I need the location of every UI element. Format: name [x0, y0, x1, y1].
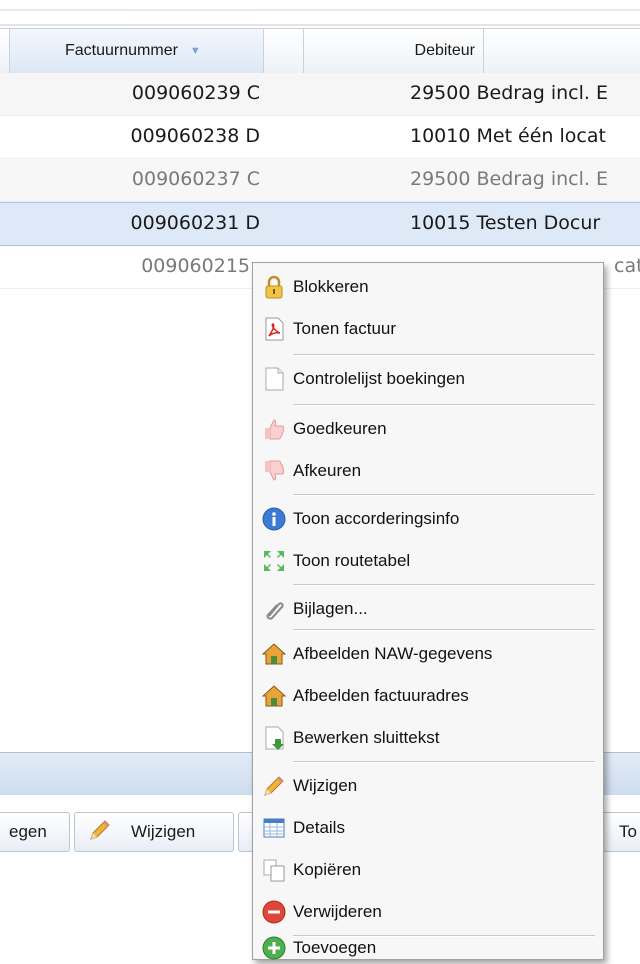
cell-factuurnummer: 009060237 C [131, 168, 260, 190]
menu-item-afbeelden-naw[interactable]: Afbeelden NAW-gegevens [257, 633, 597, 675]
top-divider [0, 9, 640, 11]
cell-factuurnummer: 009060239 C [131, 82, 260, 104]
info-icon [261, 506, 287, 532]
column-header-debiteur-label: Debiteur [414, 42, 475, 59]
header-cell-empty-2 [264, 29, 304, 73]
menu-item-bewerken-sluittekst[interactable]: Bewerken sluittekst [257, 717, 597, 759]
cell-debiteur: 29500 Bedrag incl. E [410, 168, 608, 190]
house-icon [261, 683, 287, 709]
wijzigen-button[interactable]: Wijzigen [74, 812, 234, 852]
cell-debiteur: cat [614, 255, 640, 277]
house-icon [261, 641, 287, 667]
menu-item-bijlagen[interactable]: Bijlagen... [257, 588, 597, 630]
table-row-selected[interactable]: 009060231 D 10015 Testen Docur [0, 202, 640, 246]
cell-factuurnummer: 009060215 [141, 255, 250, 277]
menu-item-controlelijst[interactable]: Controlelijst boekingen [257, 358, 597, 400]
menu-separator [293, 354, 595, 356]
plus-circle-icon [261, 935, 287, 961]
menu-item-afkeuren[interactable]: Afkeuren [257, 450, 597, 492]
menu-item-toevoegen[interactable]: Toevoegen [257, 935, 597, 961]
menu-separator [293, 584, 595, 586]
menu-separator [293, 494, 595, 496]
context-menu: Blokkeren Tonen factuur Controlelijst bo… [252, 262, 604, 960]
menu-separator [293, 761, 595, 763]
menu-item-details[interactable]: Details [257, 807, 597, 849]
menu-item-blokkeren[interactable]: Blokkeren [257, 266, 597, 308]
menu-separator [293, 404, 595, 406]
header-cell-empty [0, 29, 10, 73]
table-row[interactable]: 009060239 C 29500 Bedrag incl. E [0, 73, 640, 116]
minus-circle-icon [261, 899, 287, 925]
menu-item-wijzigen[interactable]: Wijzigen [257, 765, 597, 807]
toevoegen-button-label: egen [9, 822, 47, 841]
paperclip-icon [261, 596, 287, 622]
menu-item-afbeelden-factuuradres[interactable]: Afbeelden factuuradres [257, 675, 597, 717]
column-header-factuurnummer[interactable]: Factuurnummer ▼ [10, 29, 264, 73]
table-row[interactable]: 009060238 D 10010 Met één locat [0, 116, 640, 159]
cell-debiteur: 10015 Testen Docur [410, 212, 601, 234]
pencil-icon [87, 817, 113, 848]
table-row[interactable]: 009060237 C 29500 Bedrag incl. E [0, 159, 640, 202]
lock-icon [261, 274, 287, 300]
sort-desc-icon[interactable]: ▼ [190, 45, 201, 57]
blank-document-icon [261, 366, 287, 392]
menu-item-toon-routetabel[interactable]: Toon routetabel [257, 540, 597, 582]
pdf-icon [261, 316, 287, 342]
cell-debiteur: 10010 Met één locat [410, 125, 606, 147]
wijzigen-button-label: Wijzigen [131, 822, 196, 841]
table-icon [261, 815, 287, 841]
grid-header: Factuurnummer ▼ Debiteur [0, 28, 640, 74]
menu-item-verwijderen[interactable]: Verwijderen [257, 891, 597, 933]
document-arrow-icon [261, 725, 287, 751]
cell-factuurnummer: 009060238 D [130, 125, 260, 147]
expand-arrows-icon [261, 548, 287, 574]
column-header-factuurnummer-label: Factuurnummer [65, 42, 178, 59]
thumbs-up-icon [261, 416, 287, 442]
pencil-icon [261, 773, 287, 799]
thumbs-down-icon [261, 458, 287, 484]
copy-icon [261, 857, 287, 883]
menu-item-tonen-factuur[interactable]: Tonen factuur [257, 308, 597, 350]
column-header-debiteur[interactable]: Debiteur [304, 29, 484, 73]
menu-item-goedkeuren[interactable]: Goedkeuren [257, 408, 597, 450]
toevoegen-button[interactable]: egen [0, 812, 70, 852]
cell-factuurnummer: 009060231 D [130, 212, 260, 234]
cell-debiteur: 29500 Bedrag incl. E [410, 82, 608, 104]
top-divider-2 [0, 24, 640, 26]
menu-item-kopieren[interactable]: Kopiëren [257, 849, 597, 891]
toevoegen-right-button-label: To [619, 822, 637, 841]
menu-item-toon-accorderingsinfo[interactable]: Toon accorderingsinfo [257, 498, 597, 540]
menu-separator [293, 629, 595, 631]
top-strip [0, 0, 640, 28]
